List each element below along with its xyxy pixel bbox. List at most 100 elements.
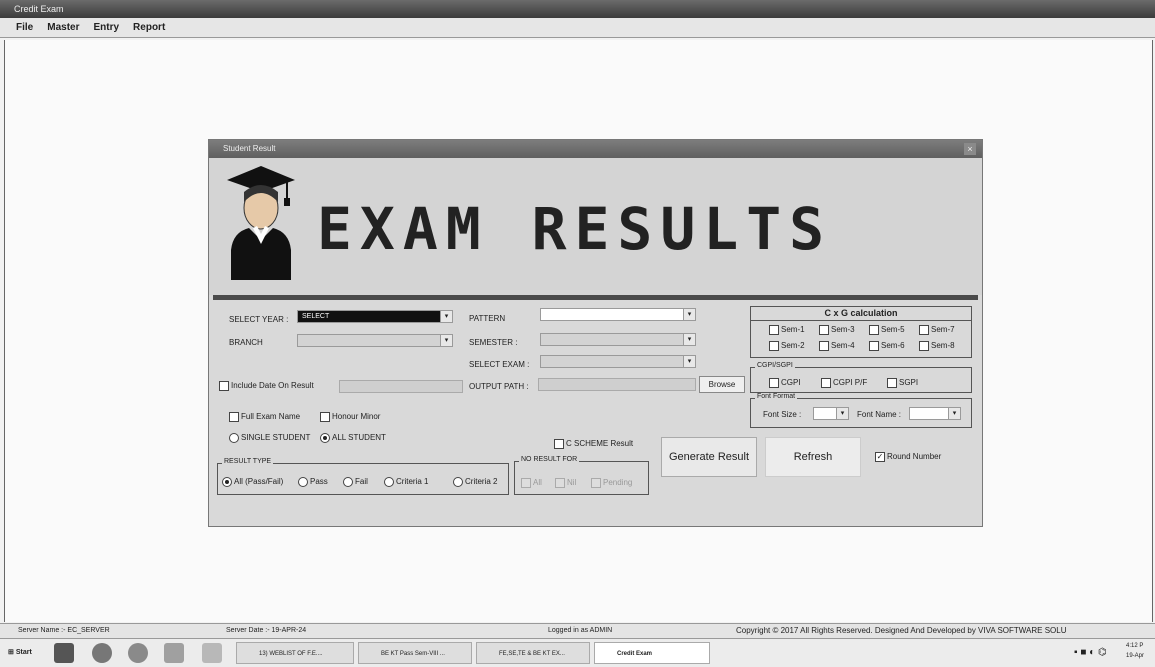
sgpi-checkbox[interactable]: SGPI (887, 378, 918, 388)
radio-circle[interactable] (222, 477, 232, 487)
no-result-all-checkbox[interactable]: All (521, 478, 542, 488)
chevron-down-icon[interactable]: ▾ (836, 408, 848, 419)
radio-circle[interactable] (384, 477, 394, 487)
copyright-text: Copyright © 2017 All Rights Reserved. De… (736, 626, 1067, 635)
window-close-button[interactable]: × (964, 143, 976, 155)
sem-5-checkbox[interactable]: Sem-5 (869, 325, 905, 335)
sem-4-checkbox[interactable]: Sem-4 (819, 341, 855, 351)
checkbox-box[interactable] (591, 478, 601, 488)
checkbox-box[interactable] (919, 325, 929, 335)
font-size-combo[interactable]: ▾ (813, 407, 849, 420)
include-date-checkbox[interactable]: Include Date On Result (219, 381, 314, 391)
sem-7-checkbox[interactable]: Sem-7 (919, 325, 955, 335)
taskbar-item-credit-exam[interactable]: Credit Exam (594, 642, 710, 664)
sem-5-label: Sem-5 (881, 325, 905, 335)
font-name-combo[interactable]: ▾ (909, 407, 961, 420)
chevron-down-icon[interactable]: ▾ (948, 408, 960, 419)
honour-minor-checkbox[interactable]: Honour Minor (320, 412, 380, 422)
cgpi-label: CGPI (781, 378, 801, 388)
all-student-label: ALL STUDENT (332, 433, 386, 443)
system-clock[interactable]: 4:12 P 19-Apr (1126, 641, 1144, 661)
chevron-down-icon[interactable]: ▾ (440, 335, 452, 346)
pattern-combo[interactable]: ▾ (540, 308, 696, 321)
sem-2-checkbox[interactable]: Sem-2 (769, 341, 805, 351)
tray-icons[interactable]: ▪ ■ ◐ ⌬ (1074, 643, 1107, 663)
radio-circle[interactable] (320, 433, 330, 443)
chevron-down-icon[interactable]: ▾ (683, 356, 695, 367)
checkbox-box[interactable] (819, 325, 829, 335)
all-student-radio[interactable]: ALL STUDENT (320, 433, 386, 443)
include-date-field[interactable] (339, 380, 463, 393)
taskbar-item-weblist[interactable]: 13) WEBLIST OF F.E.... (236, 642, 354, 664)
cgpi-checkbox[interactable]: CGPI (769, 378, 801, 388)
sem-6-checkbox[interactable]: Sem-6 (869, 341, 905, 351)
result-all-label: All (Pass/Fail) (234, 477, 284, 487)
sem-8-checkbox[interactable]: Sem-8 (919, 341, 955, 351)
sem-1-checkbox[interactable]: Sem-1 (769, 325, 805, 335)
checkbox-box[interactable] (769, 341, 779, 351)
menu-file[interactable]: File (16, 22, 33, 33)
no-result-pending-checkbox[interactable]: Pending (591, 478, 632, 488)
taskbar-item-kt-exam[interactable]: FE,SE,TE & BE KT EX... (476, 642, 590, 664)
result-criteria1-radio[interactable]: Criteria 1 (384, 477, 428, 487)
result-all-radio[interactable]: All (Pass/Fail) (222, 477, 283, 487)
checkbox-box[interactable] (320, 412, 330, 422)
result-criteria2-radio[interactable]: Criteria 2 (453, 477, 497, 487)
checkbox-box[interactable] (869, 325, 879, 335)
radio-circle[interactable] (343, 477, 353, 487)
checkbox-box[interactable] (521, 478, 531, 488)
cxg-group: C x G calculation Sem-1 Sem-3 Sem-5 Sem-… (750, 306, 972, 358)
browse-button[interactable]: Browse (699, 376, 745, 393)
radio-circle[interactable] (453, 477, 463, 487)
menu-entry[interactable]: Entry (93, 22, 119, 33)
folder-icon[interactable] (202, 643, 222, 663)
sem-3-checkbox[interactable]: Sem-3 (819, 325, 855, 335)
taskbar-item-be-kt-pass[interactable]: BE KT Pass Sem-VIII ... (358, 642, 472, 664)
result-pass-radio[interactable]: Pass (298, 477, 328, 487)
select-exam-combo[interactable]: ▾ (540, 355, 696, 368)
checkbox-box[interactable] (821, 378, 831, 388)
ie-icon[interactable] (128, 643, 148, 663)
checkbox-box[interactable] (769, 378, 779, 388)
menu-report[interactable]: Report (133, 22, 165, 33)
result-fail-radio[interactable]: Fail (343, 477, 368, 487)
checkbox-box[interactable] (819, 341, 829, 351)
select-year-combo[interactable]: SELECT ▾ (297, 310, 453, 323)
checkbox-box[interactable]: ✓ (875, 452, 885, 462)
checkbox-box[interactable] (554, 439, 564, 449)
chevron-down-icon[interactable]: ▾ (683, 334, 695, 345)
app-title-bar: Credit Exam (0, 0, 1155, 18)
window-title-bar[interactable]: Student Result × (209, 140, 982, 158)
start-button[interactable]: ⊞ Start (8, 643, 32, 663)
checkbox-box[interactable] (769, 325, 779, 335)
generate-result-button[interactable]: Generate Result (661, 437, 757, 477)
checkbox-box[interactable] (555, 478, 565, 488)
checkbox-box[interactable] (919, 341, 929, 351)
branch-combo[interactable]: ▾ (297, 334, 453, 347)
round-number-checkbox[interactable]: ✓ Round Number (875, 452, 941, 462)
semester-combo[interactable]: ▾ (540, 333, 696, 346)
chrome-icon[interactable] (92, 643, 112, 663)
single-student-radio[interactable]: SINGLE STUDENT (229, 433, 310, 443)
app-icon[interactable] (54, 643, 74, 663)
checkbox-box[interactable] (219, 381, 229, 391)
c-scheme-checkbox[interactable]: C SCHEME Result (554, 439, 633, 449)
logged-in-user: Logged in as ADMIN (548, 627, 613, 634)
radio-circle[interactable] (229, 433, 239, 443)
sem-3-label: Sem-3 (831, 325, 855, 335)
chevron-down-icon[interactable]: ▾ (683, 309, 695, 320)
refresh-button[interactable]: Refresh (765, 437, 861, 477)
cgpi-pf-label: CGPI P/F (833, 378, 868, 388)
menu-master[interactable]: Master (47, 22, 79, 33)
full-exam-name-checkbox[interactable]: Full Exam Name (229, 412, 300, 422)
checkbox-box[interactable] (229, 412, 239, 422)
cgpi-pf-checkbox[interactable]: CGPI P/F (821, 378, 867, 388)
checkbox-box[interactable] (887, 378, 897, 388)
no-result-nil-checkbox[interactable]: Nil (555, 478, 576, 488)
checkbox-box[interactable] (869, 341, 879, 351)
single-student-label: SINGLE STUDENT (241, 433, 311, 443)
user-icon[interactable] (164, 643, 184, 663)
radio-circle[interactable] (298, 477, 308, 487)
output-path-field[interactable] (538, 378, 696, 391)
chevron-down-icon[interactable]: ▾ (440, 311, 452, 322)
